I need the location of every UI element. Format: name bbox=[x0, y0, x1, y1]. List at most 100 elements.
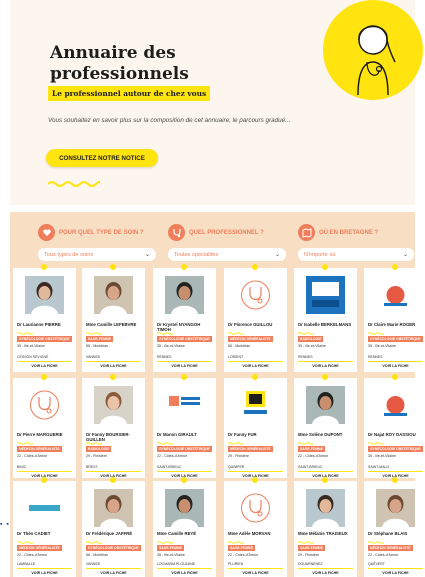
filter-care-type: POUR QUEL TYPE DE SOIN ? bbox=[38, 224, 144, 241]
specialty-tag: GYNÉCOLOGIE OBSTÉTRIQUE bbox=[157, 446, 212, 452]
professional-card[interactable]: Mme Adèle MORVAN SAGE-FEMME 22 - Côtes-d'A… bbox=[224, 477, 287, 577]
card-dot bbox=[41, 374, 47, 380]
wave-divider-icon bbox=[17, 541, 33, 544]
card-dot bbox=[110, 374, 116, 380]
view-profile-link[interactable]: VOIR LA FICHE bbox=[13, 364, 76, 368]
professional-card[interactable]: Dr Stéphane BLAIS MÉDECIN GÉNÉRALISTE 22 -… bbox=[364, 477, 425, 577]
specialty-tag: SAGE-FEMME bbox=[86, 336, 113, 342]
card-dot bbox=[392, 264, 398, 270]
view-profile-link[interactable]: VOIR LA FICHE bbox=[13, 571, 76, 575]
care-type-select[interactable]: Tous types de soins ⌄ bbox=[38, 248, 156, 261]
wave-divider-icon bbox=[298, 541, 314, 544]
specialty-tag: GYNÉCOLOGIE OBSTÉTRIQUE bbox=[368, 446, 423, 452]
wave-divider-icon bbox=[157, 541, 173, 544]
professional-card[interactable]: Dr Manon GIRAULT GYNÉCOLOGIE OBSTÉTRIQUE 2… bbox=[153, 374, 216, 478]
wave-divider-icon bbox=[368, 332, 384, 335]
card-location: 22 - Côtes-d'Armor bbox=[228, 553, 259, 557]
wave-divider-icon bbox=[48, 181, 100, 187]
card-location: 29 - Finistère bbox=[298, 553, 319, 557]
professional-card[interactable]: Dr Frédérique JAFFRÉ GYNÉCOLOGIE OBSTÉTRI… bbox=[82, 477, 145, 577]
professional-card[interactable]: Dr Najat ROY DASSIOU GYNÉCOLOGIE OBSTÉTRI… bbox=[364, 374, 425, 478]
card-city: QUÉVERT bbox=[368, 562, 385, 566]
card-separator bbox=[17, 471, 72, 472]
card-separator bbox=[17, 568, 72, 569]
card-location: 22 - Côtes-d'Armor bbox=[17, 553, 48, 557]
specialty-tag: SAGE-FEMME bbox=[298, 545, 325, 551]
card-separator bbox=[157, 568, 212, 569]
doctor-photo-icon bbox=[94, 386, 133, 424]
card-city: SAINT-BRIEUC bbox=[298, 465, 323, 469]
card-dot bbox=[322, 477, 328, 483]
specialty-tag: MÉDECIN GÉNÉRALISTE bbox=[228, 446, 273, 452]
professional-card[interactable]: Mme Camille REYÉ SAGE-FEMME 35 - Ille-et-V… bbox=[153, 477, 216, 577]
hero-section: Annuaire des professionnels Le professio… bbox=[10, 0, 423, 205]
card-location: 29 - Finistère bbox=[228, 454, 249, 458]
hero-description: Vous souhaitez en savoir plus sur la com… bbox=[48, 117, 291, 124]
professional-card[interactable]: Dr Laurianne PIERRE GYNÉCOLOGIE OBSTÉTRIQ… bbox=[13, 264, 76, 372]
card-dot bbox=[322, 374, 328, 380]
card-location: 35 - Ille-et-Vilaine bbox=[157, 344, 185, 348]
view-profile-link[interactable]: VOIR LA FICHE bbox=[364, 571, 425, 575]
view-profile-link[interactable]: VOIR LA FICHE bbox=[364, 364, 425, 368]
card-name: Dr Laurianne PIERRE bbox=[17, 322, 61, 327]
card-city: SAINT-BRIEUC bbox=[157, 465, 182, 469]
card-dot bbox=[252, 374, 258, 380]
notice-button[interactable]: CONSULTEZ NOTRE NOTICE bbox=[46, 149, 158, 167]
specialty-tag: MÉDECIN GÉNÉRALISTE bbox=[17, 545, 62, 551]
professional-card[interactable]: Dr Krystel NYANGOH TIMOH GYNÉCOLOGIE OBST… bbox=[153, 264, 216, 372]
doctor-illustration-icon bbox=[323, 0, 423, 100]
view-profile-link[interactable]: VOIR LA FICHE bbox=[153, 364, 216, 368]
specialty-tag: RADIOLOGIE bbox=[86, 446, 112, 452]
card-separator bbox=[298, 471, 353, 472]
card-city: LAMBALLE bbox=[17, 562, 36, 566]
view-profile-link[interactable]: VOIR LA FICHE bbox=[224, 364, 287, 368]
care-icon bbox=[38, 224, 55, 241]
card-city: VANNES bbox=[86, 562, 101, 566]
chevron-down-icon: ⌄ bbox=[274, 252, 280, 258]
card-dot bbox=[181, 477, 187, 483]
filter-professional: QUEL PROFESSIONNEL ? bbox=[168, 224, 264, 241]
professional-card[interactable]: Mme Mélanie TRAISEUX SAGE-FEMME 29 - Finis… bbox=[294, 477, 357, 577]
professional-card[interactable]: Dr Fanny BOURSIER-GUILLEN RADIOLOGIE 29 - … bbox=[82, 374, 145, 478]
professional-card[interactable]: Dr Isabelle BERKELMANS RADIOLOGIE 35 - Ill… bbox=[294, 264, 357, 372]
view-profile-link[interactable]: VOIR LA FICHE bbox=[82, 571, 145, 575]
card-name: Dr Claire Marie ROGER bbox=[368, 322, 416, 327]
card-city: BREST bbox=[86, 465, 98, 469]
card-location: 22 - Côtes-d'Armor bbox=[298, 454, 329, 458]
kersante-logo bbox=[25, 489, 64, 527]
card-separator bbox=[86, 471, 141, 472]
card-name: Dr Frédérique JAFFRÉ bbox=[86, 531, 133, 536]
wave-divider-icon bbox=[17, 332, 33, 335]
card-location: 56 - Morbihan bbox=[228, 344, 251, 348]
wave-divider-icon bbox=[157, 332, 173, 335]
map-icon bbox=[298, 224, 315, 241]
professional-card[interactable]: Dr Pierre MARGUERIE MÉDECIN GÉNÉRALISTE 22… bbox=[13, 374, 76, 478]
view-profile-link[interactable]: VOIR LA FICHE bbox=[224, 571, 287, 575]
card-name: Dr Isabelle BERKELMANS bbox=[298, 322, 352, 327]
view-profile-link[interactable]: VOIR LA FICHE bbox=[153, 571, 216, 575]
view-profile-link[interactable]: VOIR LA FICHE bbox=[294, 571, 357, 575]
professional-card[interactable]: Dr Fanny FUR MÉDECIN GÉNÉRALISTE 29 - Fini… bbox=[224, 374, 287, 478]
card-city: RENNES bbox=[298, 355, 313, 359]
card-separator bbox=[228, 568, 283, 569]
location-select[interactable]: N'importe où ⌄ bbox=[298, 248, 414, 261]
professional-card[interactable]: Mme Camille LEFEBVRE SAGE-FEMME 56 - Morbi… bbox=[82, 264, 145, 372]
card-city: PLURIEN bbox=[228, 562, 244, 566]
card-separator bbox=[228, 471, 283, 472]
wave-divider-icon bbox=[157, 442, 173, 445]
professional-card[interactable]: Mme Solène DUPONT SAGE-FEMME 22 - Côtes-d'… bbox=[294, 374, 357, 478]
specialty-tag: MÉDECIN GÉNÉRALISTE bbox=[228, 336, 273, 342]
page-title: Annuaire des professionnels bbox=[50, 43, 189, 84]
view-profile-link[interactable]: VOIR LA FICHE bbox=[82, 364, 145, 368]
card-name: Mme Adèle MORVAN bbox=[228, 531, 271, 536]
card-name: Mme Camille LEFEBVRE bbox=[86, 322, 137, 327]
wave-divider-icon bbox=[17, 442, 33, 445]
professional-card[interactable]: Dr Claire Marie ROGER GYNÉCOLOGIE OBSTÉTR… bbox=[364, 264, 425, 372]
professional-card[interactable]: Dr Florence GUILLOU MÉDECIN GÉNÉRALISTE 56… bbox=[224, 264, 287, 372]
view-profile-link[interactable]: VOIR LA FICHE bbox=[294, 364, 357, 368]
professional-card[interactable]: Dr Théo CADIET MÉDECIN GÉNÉRALISTE 22 - Cô… bbox=[13, 477, 76, 577]
doctor-photo-icon bbox=[94, 276, 133, 314]
card-separator bbox=[368, 568, 423, 569]
professional-select[interactable]: Toutes spécialités ⌄ bbox=[168, 248, 286, 261]
card-dot bbox=[110, 477, 116, 483]
